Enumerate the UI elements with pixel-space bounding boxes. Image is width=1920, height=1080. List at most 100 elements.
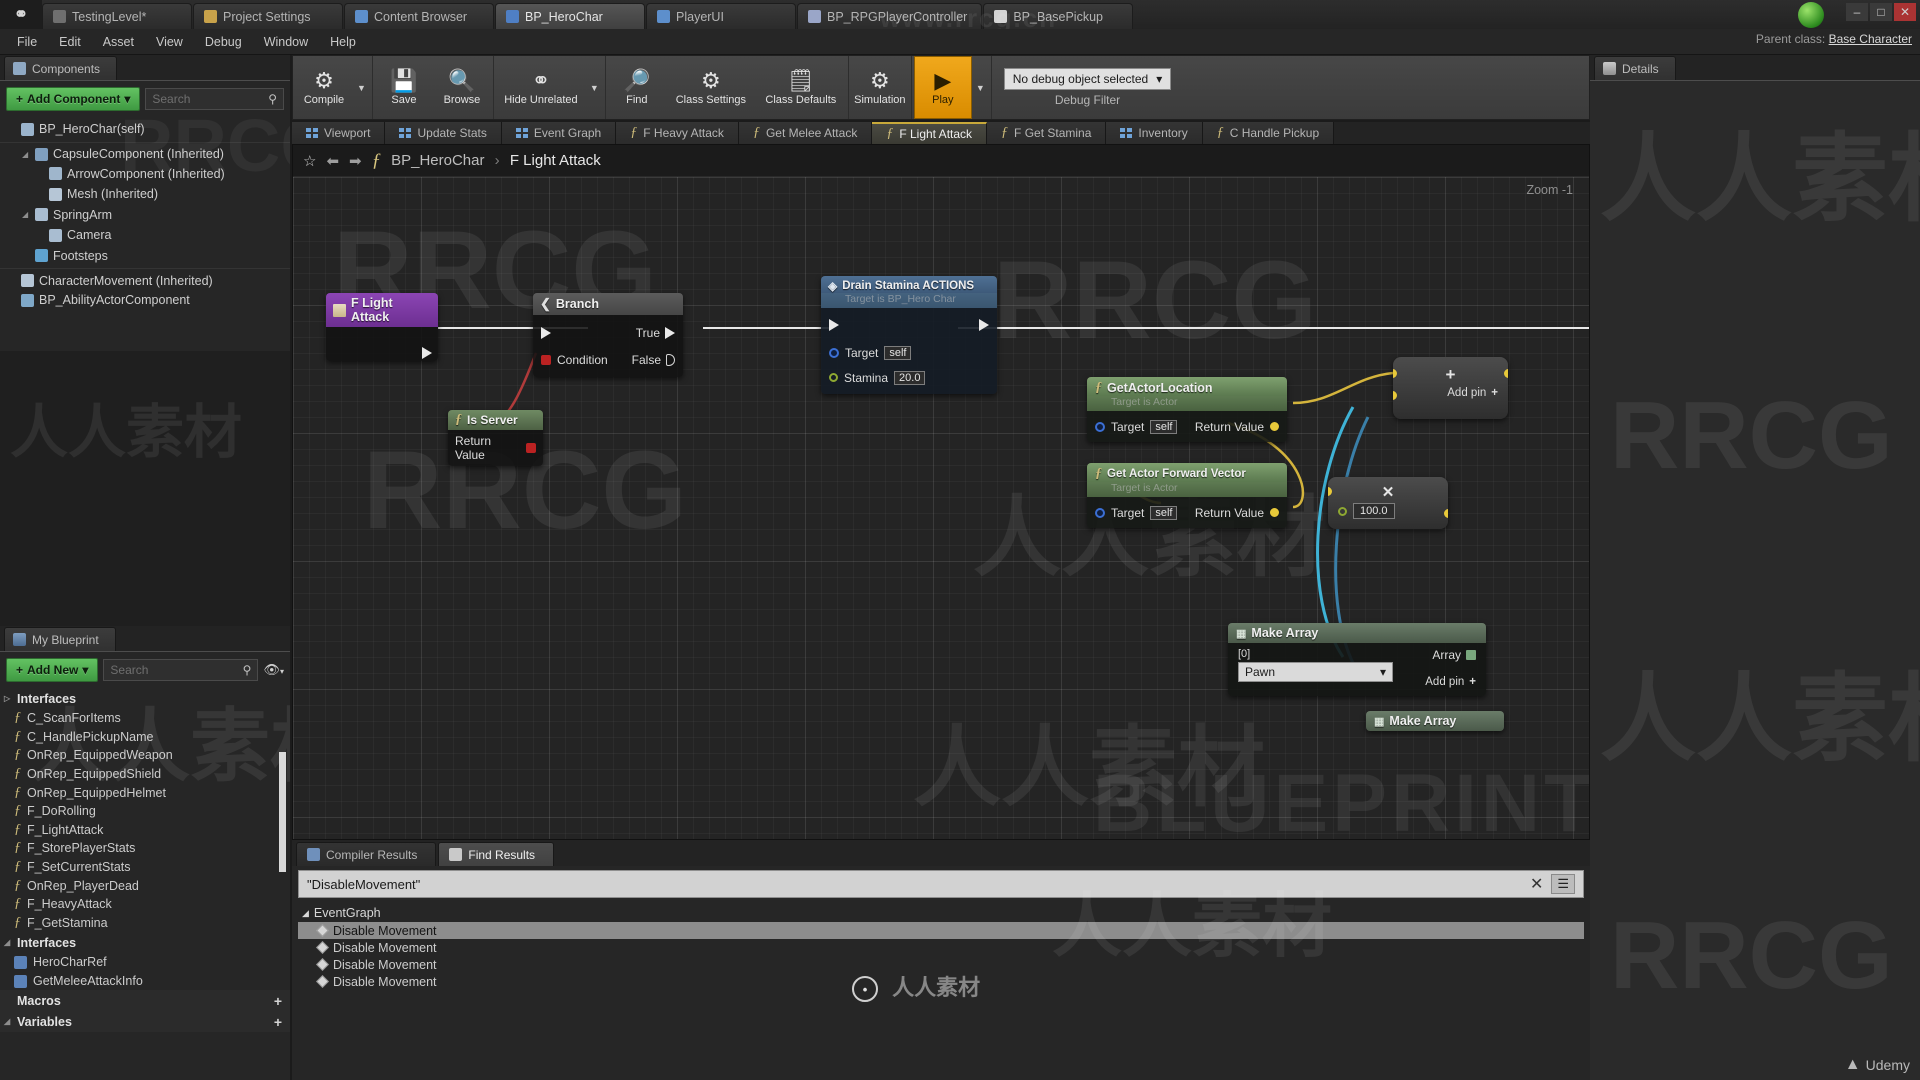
multiply-out-pin[interactable] [1444,509,1448,518]
node-drain-stamina[interactable]: ◈ Drain Stamina ACTIONS Target is BP_Her… [821,276,997,394]
exec-true-pin[interactable] [665,327,675,339]
toolbar-browse-button[interactable]: 🔍Browse [433,56,491,119]
find-result-row[interactable]: Disable Movement [298,956,1584,973]
myblueprint-item[interactable]: GetMeleeAttackInfo [0,972,290,991]
myblueprint-scrollbar[interactable] [279,752,286,872]
results-group-header[interactable]: ◢ EventGraph [298,904,1584,922]
add-component-button[interactable]: + Add Component ▾ [6,87,140,111]
myblueprint-item[interactable]: ƒF_LightAttack [0,821,290,840]
add-out-pin[interactable] [1504,369,1508,378]
graph-canvas[interactable]: ☆ ⬅ ➡ ƒ BP_HeroChar › F Light Attack Zoo… [292,144,1590,840]
forward-arrow-icon[interactable]: ➡ [349,152,362,170]
find-result-row[interactable]: Disable Movement [298,939,1584,956]
component-tree-item[interactable]: BP_AbilityActorComponent [0,290,290,311]
toolbar-class-defaults-button[interactable]: 🗒Class Defaults [756,56,846,119]
add-in-pin-a[interactable] [1393,369,1397,378]
component-tree-item[interactable]: ◢SpringArm [0,205,290,226]
ue-logo-icon[interactable]: ⚭ [0,0,42,29]
node-get-actor-forward-vector[interactable]: ƒ Get Actor Forward Vector Target is Act… [1087,463,1287,528]
node-is-server[interactable]: ƒ Is Server Return Value [448,410,543,466]
node-branch[interactable]: ❮ Branch True Condition [533,293,683,377]
menu-item-window[interactable]: Window [253,32,319,52]
component-tree-item[interactable]: BP_HeroChar(self) [0,119,290,140]
myblueprint-item[interactable]: ƒF_HeavyAttack [0,895,290,914]
myblueprint-item[interactable]: ƒOnRep_EquippedShield [0,765,290,784]
favorite-star-icon[interactable]: ☆ [303,152,316,170]
chevron-down-icon[interactable]: ▼ [353,56,370,119]
add-pin-icon[interactable]: + [1469,676,1476,688]
menu-item-file[interactable]: File [6,32,48,52]
section-expand-arrow[interactable]: ◢ [4,938,12,947]
window-tab-project-settings[interactable]: Project Settings [193,3,343,29]
return-value-pin[interactable] [1270,508,1279,517]
gafv-target-value[interactable]: self [1150,506,1177,520]
condition-pin[interactable] [541,355,551,365]
tree-expand-arrow[interactable]: ◢ [22,210,30,219]
tab-details[interactable]: Details [1594,56,1676,80]
tree-expand-arrow[interactable]: ◢ [22,150,30,159]
node-make-array-2[interactable]: ▦ Make Array [1366,711,1504,731]
window-tab-bp-rpgplayercontroller[interactable]: BP_RPGPlayerController [797,3,982,29]
toolbar-compile-button[interactable]: ⚙Compile [295,56,353,119]
add-new-button[interactable]: + Add New ▾ [6,658,98,682]
window-tab-bp-herochar[interactable]: BP_HeroChar [495,3,645,29]
node-get-actor-location[interactable]: ƒ GetActorLocation Target is Actor Targe… [1087,377,1287,442]
node-multiply[interactable]: ✕ 100.0 [1328,477,1448,529]
graph-tab-get-melee-attack[interactable]: ƒGet Melee Attack [739,122,872,144]
tab-components[interactable]: Components [4,56,117,80]
myblueprint-item[interactable]: ƒF_StorePlayerStats [0,839,290,858]
return-value-pin[interactable] [1270,422,1279,431]
myblueprint-section-macros-2[interactable]: Macros+ [0,990,290,1011]
add-section-item-button[interactable]: + [274,1014,282,1030]
parent-class-value[interactable]: Base Character [1829,32,1912,46]
drain-stamina-value[interactable]: 20.0 [894,371,925,385]
node-make-array[interactable]: ▦ Make Array [0] Pawn ▾ [1228,623,1486,696]
graph-tab-c-handle-pickup[interactable]: ƒC Handle Pickup [1203,122,1334,144]
myblueprint-item[interactable]: ƒF_DoRolling [0,802,290,821]
exec-out-pin[interactable] [422,347,432,359]
multiply-value[interactable]: 100.0 [1353,503,1395,519]
target-pin[interactable] [1095,508,1105,518]
myblueprint-item[interactable]: ƒOnRep_EquippedHelmet [0,783,290,802]
minimize-button[interactable]: – [1846,3,1868,21]
multiply-in-pin[interactable] [1338,507,1347,516]
section-expand-arrow[interactable]: ▷ [4,694,12,703]
myblueprint-item[interactable]: ƒOnRep_PlayerDead [0,876,290,895]
make-array-dropdown[interactable]: Pawn ▾ [1238,662,1393,682]
myblueprint-item[interactable]: ƒF_GetStamina [0,914,290,933]
maximize-button[interactable]: □ [1870,3,1892,21]
target-pin[interactable] [829,348,839,358]
myblueprint-section-interfaces-0[interactable]: ▷Interfaces [0,688,290,709]
myblueprint-item[interactable]: ƒOnRep_EquippedWeapon [0,746,290,765]
eye-icon[interactable]: 👁▾ [263,662,284,678]
find-result-row[interactable]: Disable Movement [298,922,1584,939]
graph-tab-inventory[interactable]: Inventory [1106,122,1202,144]
gal-target-value[interactable]: self [1150,420,1177,434]
search-icon[interactable]: ⚲ [243,663,252,677]
component-tree-item[interactable]: CharacterMovement (Inherited) [0,268,290,290]
myblueprint-section-variables-3[interactable]: ◢Variables+ [0,1011,290,1032]
components-search-input[interactable]: Search ⚲ [145,88,284,110]
component-tree-item[interactable]: Footsteps [0,246,290,267]
back-arrow-icon[interactable]: ⬅ [326,152,339,170]
graph-tab-event-graph[interactable]: Event Graph [502,122,616,144]
add-section-item-button[interactable]: + [274,993,282,1009]
find-results-search[interactable]: "DisableMovement" ✕ ☰ [298,870,1584,898]
toolbar-class-settings-button[interactable]: ⚙Class Settings [666,56,756,119]
chevron-down-icon[interactable]: ▼ [972,56,989,119]
window-tab-content-browser[interactable]: Content Browser [344,3,494,29]
graph-tab-f-light-attack[interactable]: ƒF Light Attack [872,122,987,144]
add-pin-row[interactable]: Add pin + [1403,387,1498,399]
window-tab-playerui[interactable]: PlayerUI [646,3,796,29]
exec-in-pin[interactable] [541,327,551,339]
toolbar-simulation-button[interactable]: ⚙Simulation [851,56,909,119]
bottom-tab-compiler-results[interactable]: Compiler Results [296,842,436,866]
toolbar-hide-unrelated-button[interactable]: ⚭Hide Unrelated [496,56,586,119]
myblueprint-item[interactable]: ƒF_SetCurrentStats [0,858,290,877]
make-array-add-pin[interactable]: Add pin + [1425,676,1476,688]
close-button[interactable]: ✕ [1894,3,1916,21]
toolbar-save-button[interactable]: 💾Save [375,56,433,119]
add-in-pin-b[interactable] [1393,391,1397,400]
exec-out-pin[interactable] [979,319,989,331]
component-tree-item[interactable]: Mesh (Inherited) [0,184,290,205]
